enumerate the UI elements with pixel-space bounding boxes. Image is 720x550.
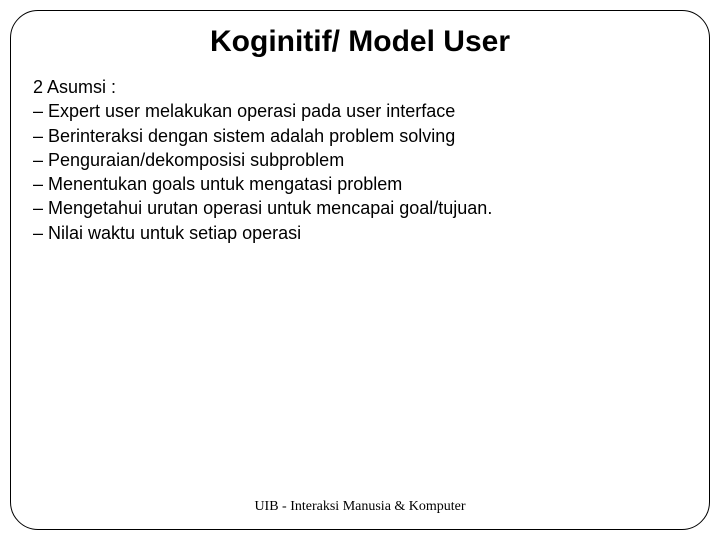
bullet-item: – Menentukan goals untuk mengatasi probl…	[33, 172, 687, 196]
slide-title: Koginitif/ Model User	[33, 25, 687, 59]
bullet-item: – Mengetahui urutan operasi untuk mencap…	[33, 196, 687, 220]
bullet-item: – Penguraian/dekomposisi subproblem	[33, 148, 687, 172]
bullet-item: – Expert user melakukan operasi pada use…	[33, 99, 687, 123]
bullet-item: – Nilai waktu untuk setiap operasi	[33, 221, 687, 245]
slide-footer: UIB - Interaksi Manusia & Komputer	[11, 499, 709, 515]
intro-line: 2 Asumsi :	[33, 75, 687, 99]
bullet-item: – Berinteraksi dengan sistem adalah prob…	[33, 124, 687, 148]
slide-body: 2 Asumsi : – Expert user melakukan opera…	[33, 75, 687, 245]
slide-frame: Koginitif/ Model User 2 Asumsi : – Exper…	[10, 10, 710, 530]
